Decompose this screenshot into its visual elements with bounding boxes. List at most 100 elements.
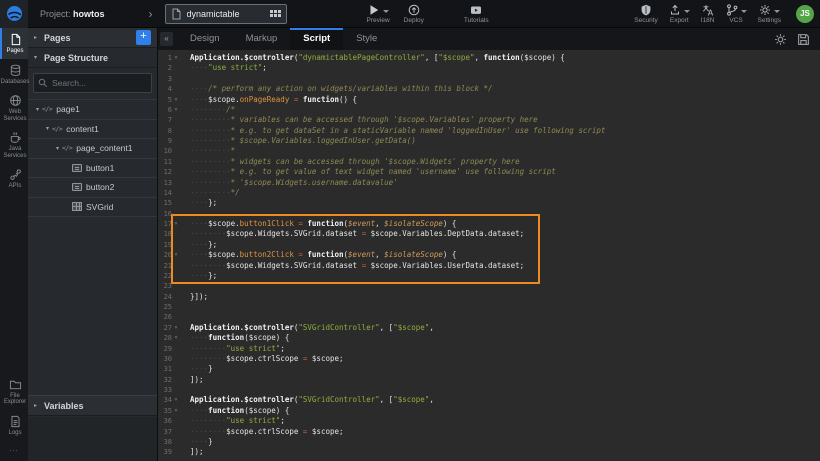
fold-toggle-icon[interactable]: ▾ [172, 333, 180, 343]
rail-item-databases[interactable]: Databases [0, 59, 28, 90]
code-line[interactable]: 27▾Application.$controller("SVGridContro… [158, 323, 820, 333]
code-text: ·········* variables can be accessed thr… [180, 115, 538, 125]
code-line[interactable]: 29········"use strict"; [158, 344, 820, 354]
rail-item-web-services[interactable]: Web Services [0, 89, 28, 126]
tab-markup[interactable]: Markup [233, 28, 291, 50]
fold-toggle-icon[interactable]: ▾ [172, 323, 180, 333]
code-line[interactable]: 22····}; [158, 271, 820, 281]
code-line[interactable]: 11·········* widgets can be accessed thr… [158, 157, 820, 167]
code-line[interactable]: 5▾····$scope.onPageReady = function() { [158, 95, 820, 105]
code-line[interactable]: 12·········* e.g. to get value of text w… [158, 167, 820, 177]
code-line[interactable]: 14·········*/ [158, 188, 820, 198]
user-avatar[interactable]: JS [796, 5, 814, 23]
code-line[interactable]: 24}]); [158, 292, 820, 302]
code-line[interactable]: 36········"use strict"; [158, 416, 820, 426]
page-structure-header[interactable]: ▾ Page Structure [28, 48, 157, 68]
tree-item-button2[interactable]: button2 [28, 178, 157, 198]
fold-toggle-icon[interactable]: ▾ [172, 53, 180, 63]
fold-toggle-icon[interactable]: ▾ [172, 105, 180, 115]
code-line[interactable]: 33 [158, 385, 820, 395]
code-line[interactable]: 37········$scope.ctrlScope = $scope; [158, 427, 820, 437]
code-line[interactable]: 2····"use strict"; [158, 63, 820, 73]
fold-toggle-icon[interactable]: ▾ [172, 395, 180, 405]
preview-button[interactable]: Preview [367, 3, 390, 24]
code-line[interactable]: 26 [158, 312, 820, 322]
code-line[interactable]: 35▾····function($scope) { [158, 406, 820, 416]
chevron-down-icon[interactable] [684, 10, 690, 13]
security-button[interactable]: Security [634, 3, 657, 24]
code-line[interactable]: 19····}; [158, 240, 820, 250]
fold-toggle-icon[interactable]: ▾ [172, 95, 180, 105]
code-line[interactable]: 3 [158, 74, 820, 84]
code-line[interactable]: 15····}; [158, 198, 820, 208]
code-line[interactable]: 38····} [158, 437, 820, 447]
tree-expander-icon[interactable]: ▾ [33, 106, 42, 113]
code-line[interactable]: 32]); [158, 375, 820, 385]
chevron-down-icon[interactable] [741, 10, 747, 13]
tree-item-button1[interactable]: button1 [28, 159, 157, 179]
line-number: 8 [158, 126, 172, 136]
rail-item-pages[interactable]: Pages [0, 28, 28, 59]
tree-item-content1[interactable]: ▾</>content1 [28, 120, 157, 140]
tab-style[interactable]: Style [343, 28, 390, 50]
code-text: ········/* [180, 105, 235, 115]
add-page-button[interactable]: + [136, 30, 151, 45]
code-line[interactable]: 34▾Application.$controller("SVGridContro… [158, 395, 820, 405]
code-line[interactable]: 4····/* perform any action on widgets/va… [158, 84, 820, 94]
tab-design[interactable]: Design [177, 28, 233, 50]
pages-section-header[interactable]: ▸ Pages + [28, 28, 157, 48]
save-icon[interactable] [797, 33, 810, 46]
rail-item-logs[interactable]: Logs [0, 410, 28, 441]
deploy-button[interactable]: Deploy [404, 3, 424, 24]
vcs-button[interactable]: VCS [726, 3, 747, 24]
code-editor[interactable]: 1▾Application.$controller("dynamictableP… [158, 50, 820, 461]
rail-item-apis[interactable]: APIs [0, 163, 28, 194]
tree-item-label: page1 [56, 104, 80, 114]
code-line[interactable]: 18········$scope.Widgets.SVGrid.dataset … [158, 229, 820, 239]
code-line[interactable]: 25 [158, 302, 820, 312]
code-line[interactable]: 23 [158, 281, 820, 291]
code-line[interactable]: 17▾····$scope.button1Click = function($e… [158, 219, 820, 229]
code-line[interactable]: 16 [158, 209, 820, 219]
editor-settings-gear-icon[interactable] [774, 33, 787, 46]
code-line[interactable]: 28▾····function($scope) { [158, 333, 820, 343]
tree-item-SVGrid[interactable]: SVGrid [28, 198, 157, 218]
settings-button[interactable]: Settings [758, 3, 782, 24]
code-line[interactable]: 1▾Application.$controller("dynamictableP… [158, 53, 820, 63]
code-line[interactable]: 39]); [158, 447, 820, 457]
play-icon [368, 4, 380, 16]
export-button[interactable]: Export [669, 3, 690, 24]
code-line[interactable]: 7·········* variables can be accessed th… [158, 115, 820, 125]
code-line[interactable]: 9·········* $scope.Variables.loggedInUse… [158, 136, 820, 146]
tab-script[interactable]: Script [290, 28, 343, 50]
code-line[interactable]: 13·········* '$scope.Widgets.username.da… [158, 178, 820, 188]
tree-expander-icon[interactable]: ▾ [43, 125, 52, 132]
code-line[interactable]: 20▾····$scope.button2Click = function($e… [158, 250, 820, 260]
app-logo[interactable] [0, 0, 28, 28]
code-line[interactable]: 30········$scope.ctrlScope = $scope; [158, 354, 820, 364]
code-line[interactable]: 10·········* [158, 146, 820, 156]
variables-section-header[interactable]: ▸ Variables [28, 395, 157, 416]
code-line[interactable]: 8·········* e.g. to get dataSet in a sta… [158, 126, 820, 136]
tree-item-page_content1[interactable]: ▾</>page_content1 [28, 139, 157, 159]
fold-toggle-icon[interactable]: ▾ [172, 250, 180, 260]
code-line[interactable]: 6▾········/* [158, 105, 820, 115]
fold-toggle-icon[interactable]: ▾ [172, 219, 180, 229]
rail-item-file-explorer[interactable]: File Explorer [0, 373, 28, 410]
rail-item-java-services[interactable]: Java Services [0, 126, 28, 163]
code-line[interactable]: 21········$scope.Widgets.SVGrid.dataset … [158, 261, 820, 271]
tree-expander-icon[interactable]: ▾ [53, 145, 62, 152]
chevron-down-icon[interactable] [774, 10, 780, 13]
tree-item-page1[interactable]: ▾</>page1 [28, 100, 157, 120]
rail-spacer [0, 194, 28, 373]
i18n-button[interactable]: A I18N [701, 3, 715, 24]
rail-more-button[interactable]: ... [0, 440, 28, 461]
collapse-sidebar-icon[interactable]: « [160, 32, 173, 46]
chevron-down-icon[interactable] [383, 10, 389, 13]
search-input[interactable] [48, 78, 151, 88]
page-tab-dynamictable[interactable]: dynamictable [165, 4, 287, 24]
grid-view-icon[interactable] [270, 10, 281, 17]
code-line[interactable]: 31····} [158, 364, 820, 374]
fold-toggle-icon[interactable]: ▾ [172, 406, 180, 416]
tutorials-button[interactable]: Tutorials [464, 3, 489, 24]
